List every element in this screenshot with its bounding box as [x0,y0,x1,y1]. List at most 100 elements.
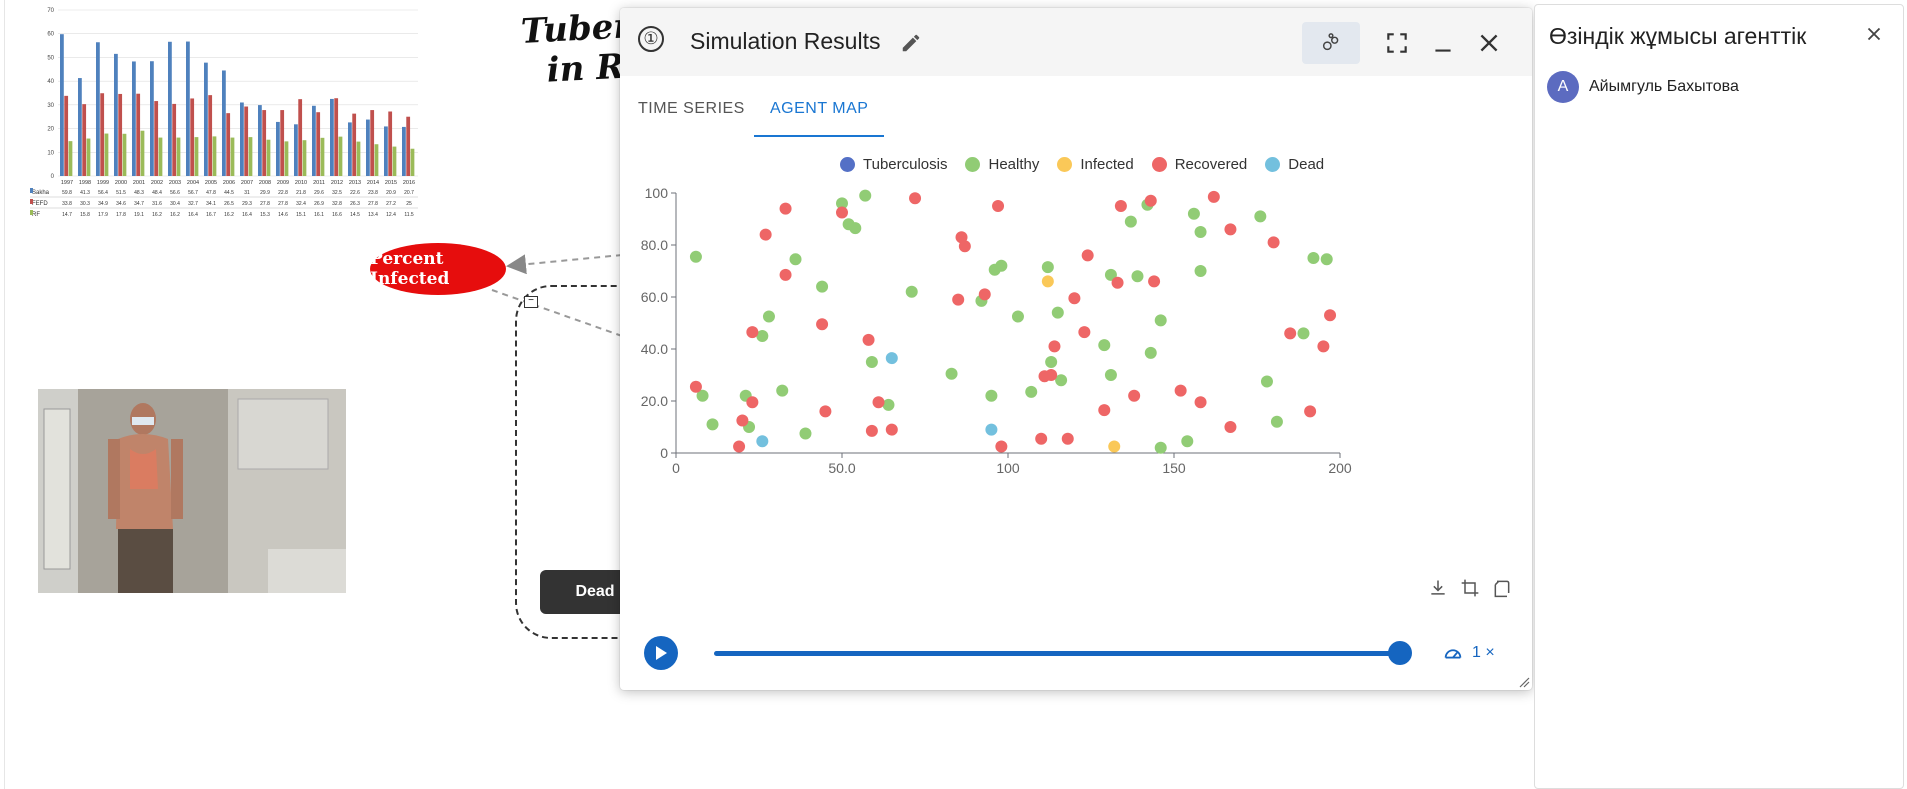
pencil-icon[interactable] [900,32,922,54]
agent-point-healthy [1254,210,1267,223]
mini-table-cell: 32.4 [296,201,306,207]
y-tick-label: 40.0 [641,341,668,357]
tab-time-series[interactable]: TIME SERIES [638,100,745,118]
mini-table-cell: 34.6 [116,201,126,207]
playback-speed-label[interactable]: 1 × [1472,644,1495,662]
y-tick-label: 60.0 [641,289,668,305]
agent-map-scatter-plot[interactable]: 0 50.0 100 150 200 0 20.0 40.0 60.0 80.0 100 [620,168,1532,608]
agent-point-recovered [1304,405,1317,418]
agent-point-recovered [736,414,749,427]
mini-table-cell: 27.8 [278,201,288,207]
dialog-header[interactable]: ① Simulation Results [620,8,1532,76]
mini-bar [230,137,235,176]
mini-bar [100,93,105,176]
mini-bar [96,42,100,176]
mini-bar [312,105,316,176]
mini-bar [172,103,177,176]
speedometer-icon[interactable] [1442,642,1464,664]
mini-table-cell: 31 [244,190,250,196]
x-tick-label: 0 [672,460,680,476]
close-icon[interactable] [1863,23,1885,45]
agent-point-recovered [779,268,792,281]
mini-y-tick-label: 10 [47,150,54,156]
mini-x-tick-label: 1998 [79,180,91,186]
mini-bar [370,110,375,176]
mini-table-cell: 15.8 [80,212,90,218]
mini-x-tick-label: 2009 [277,180,289,186]
play-button[interactable] [644,636,678,670]
agent-point-healthy [1187,207,1200,220]
agent-point-dead [985,423,998,436]
mini-bar [280,110,285,176]
mini-table-cell: 32.5 [332,190,342,196]
resize-handle-icon[interactable] [1518,676,1530,688]
fullscreen-icon[interactable] [1384,30,1410,56]
mini-table-cell: 48.3 [134,190,144,196]
mini-table-cell: 12.4 [386,212,396,218]
mini-bar [176,137,181,176]
agent-point-recovered [1317,340,1330,353]
timeline-slider-track[interactable] [714,651,1402,656]
agent-point-recovered [689,380,702,393]
mini-bar [284,141,289,176]
agent-point-healthy [1320,253,1333,266]
mini-x-tick-label: 2000 [115,180,127,186]
mini-x-tick-label: 2010 [295,180,307,186]
playback-controls: 1 × [620,620,1532,680]
close-icon[interactable] [1476,30,1502,56]
agent-point-recovered [909,192,922,205]
mini-bar [68,141,73,176]
mini-bar [384,126,388,176]
x-tick-label: 50.0 [828,460,855,476]
mini-table-cell: 20.9 [386,190,396,196]
mini-bar [248,137,253,176]
mini-table-cell: 32.7 [188,201,198,207]
mini-table-cell: 56.4 [98,190,108,196]
download-icon[interactable] [1428,578,1448,598]
agent-point-dead [756,435,769,448]
agent-point-recovered [816,318,829,331]
agent-point-healthy [1045,356,1058,368]
reset-zoom-icon[interactable] [1492,578,1512,598]
mini-bar [186,41,190,176]
crop-zoom-icon[interactable] [1460,578,1480,598]
agent-point-recovered [1114,200,1127,212]
mini-table-cell: 27.8 [260,201,270,207]
share-button[interactable] [1302,22,1360,64]
mini-table-cell: 29.9 [260,190,270,196]
y-tick-label: 20.0 [641,393,668,409]
mini-chart-bg [30,6,422,218]
mini-table-cell: 15.3 [260,212,270,218]
mini-bar [374,144,379,176]
percent-infected-node[interactable]: Percent Infected [370,243,506,295]
mini-bar [64,95,69,176]
minimize-icon[interactable] [1430,30,1456,56]
collapse-group-icon[interactable]: − [524,296,538,308]
mini-table-cell: 16.1 [314,212,324,218]
mini-y-tick-label: 50 [47,55,54,61]
agent-point-healthy [816,280,829,293]
mini-bar [212,136,217,176]
mini-table-cell: 34.1 [206,201,216,207]
agent-point-healthy [1131,270,1144,283]
mini-bar [118,93,123,176]
mini-table-cell: 11.5 [404,212,414,218]
mini-table-row-label: RF [32,212,40,218]
mini-bar [190,98,195,176]
mini-x-tick-label: 2013 [349,180,361,186]
user-list-item[interactable]: А Айымгуль Бахытова [1547,71,1739,103]
mini-y-tick-label: 60 [47,32,54,38]
agent-point-healthy [1154,314,1167,327]
mini-bar [208,95,213,176]
timeline-slider-thumb[interactable] [1388,641,1412,665]
agent-point-recovered [1148,275,1161,288]
mini-bar [402,126,406,176]
mini-x-tick-label: 2015 [385,180,397,186]
mini-bar [86,138,91,176]
mini-x-tick-label: 2006 [223,180,235,186]
mini-bar [316,112,321,176]
mini-bar [276,121,280,176]
result-number-badge: ① [638,26,664,52]
tab-agent-map[interactable]: AGENT MAP [770,100,868,118]
mini-table-cell: 41.3 [80,190,90,196]
